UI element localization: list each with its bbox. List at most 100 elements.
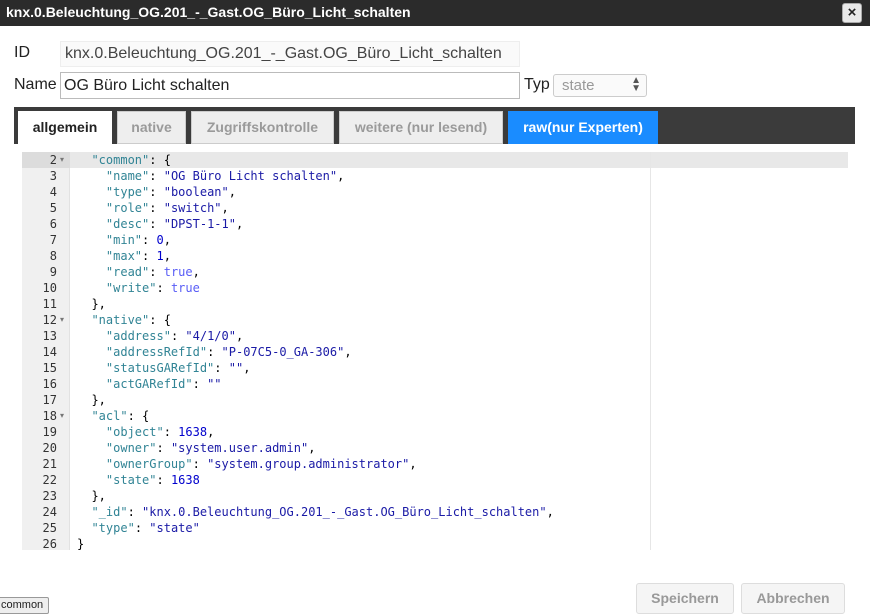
code-token: "ownerGroup" — [105, 457, 193, 471]
code-token: , — [221, 201, 229, 215]
code-token: , — [163, 233, 171, 247]
active-line-highlight — [70, 152, 848, 168]
fold-arrow-icon[interactable]: ▾ — [60, 152, 68, 168]
code-line: "desc": "DPST-1-1", — [77, 216, 243, 232]
typ-select-value: state — [562, 77, 595, 94]
code-token: "name" — [105, 169, 150, 183]
code-token: "" — [228, 361, 244, 375]
line-number: 12 — [42, 313, 57, 327]
code-token: , — [344, 345, 352, 359]
code-token: : { — [127, 409, 150, 423]
code-token: : { — [149, 153, 171, 167]
code-token: "boolean" — [163, 185, 229, 199]
tab-raw[interactable]: raw(nur Experten) — [508, 111, 658, 144]
code-token: , — [546, 505, 554, 519]
line-number: 15 — [42, 361, 57, 375]
code-token: "state" — [105, 473, 157, 487]
line-number: 18 — [42, 409, 57, 423]
code-token: true — [163, 265, 193, 279]
tab-native[interactable]: native — [117, 111, 186, 144]
code-token: , — [163, 249, 171, 263]
code-token: }, — [77, 393, 106, 407]
code-token: : — [192, 377, 208, 391]
code-token: : — [142, 249, 157, 263]
code-line: "statusGARefId": "", — [77, 360, 251, 376]
code-line: "type": "boolean", — [77, 184, 236, 200]
name-input[interactable] — [60, 72, 520, 99]
code-token: : — [149, 185, 164, 199]
code-token: "P-07C5-0_GA-306" — [221, 345, 345, 359]
name-label: Name — [14, 76, 57, 93]
code-token: "owner" — [105, 441, 157, 455]
code-token: "system.group.administrator" — [207, 457, 410, 471]
code-line: "native": { — [77, 312, 170, 328]
code-line: "type": "state" — [77, 520, 199, 536]
code-token: 1638 — [178, 425, 208, 439]
code-token: "desc" — [105, 217, 150, 231]
code-token: , — [235, 217, 244, 231]
tab-allgemein[interactable]: allgemein — [18, 111, 112, 144]
close-button[interactable]: × — [842, 3, 862, 23]
code-line: "read": true, — [77, 264, 200, 280]
code-token: }, — [77, 489, 106, 503]
code-token: : — [192, 457, 208, 471]
code-token: "statusGARefId" — [105, 361, 215, 375]
code-token: "switch" — [163, 201, 222, 215]
line-number: 13 — [42, 329, 57, 343]
fold-arrow-icon[interactable]: ▾ — [60, 312, 68, 328]
close-icon: × — [847, 4, 857, 21]
updown-icon: ▲ ▼ — [631, 75, 641, 94]
fold-arrow-icon[interactable]: ▾ — [60, 408, 68, 424]
code-token: "system.user.admin" — [170, 441, 309, 455]
line-number: 6 — [49, 217, 57, 231]
code-token: , — [235, 329, 244, 343]
code-token: : — [149, 265, 164, 279]
line-number: 22 — [42, 473, 57, 487]
code-token: "max" — [105, 249, 143, 263]
line-number: 3 — [49, 169, 57, 183]
code-token: : — [156, 281, 171, 295]
code-token: : — [214, 361, 229, 375]
line-number: 23 — [42, 489, 57, 503]
line-number: 9 — [49, 265, 57, 279]
print-margin — [650, 152, 651, 550]
typ-select[interactable]: state ▲ ▼ — [553, 74, 647, 97]
code-token: "DPST-1-1" — [163, 217, 236, 231]
code-token: true — [170, 281, 200, 295]
tab-zugriffskontrolle[interactable]: Zugriffskontrolle — [191, 111, 334, 144]
tab-weitere[interactable]: weitere (nur lesend) — [339, 111, 503, 144]
code-line: "actGARefId": "" — [77, 376, 222, 392]
line-number: 25 — [42, 521, 57, 535]
line-number: 24 — [42, 505, 57, 519]
code-line: }, — [77, 488, 106, 504]
code-token: "role" — [105, 201, 150, 215]
code-token: : — [163, 425, 179, 439]
code-token: : — [156, 441, 171, 455]
code-token: , — [207, 425, 215, 439]
line-number: 20 — [42, 441, 57, 455]
line-number: 7 — [49, 233, 57, 247]
line-number: 16 — [42, 377, 57, 391]
code-token: "addressRefId" — [105, 345, 208, 359]
code-token: , — [192, 265, 200, 279]
code-token: "type" — [105, 185, 150, 199]
json-editor[interactable]: 2 ▾ "common": {3 "name": "OG Büro Licht s… — [22, 152, 848, 551]
line-number: 8 — [49, 249, 57, 263]
code-line: "state": 1638 — [77, 472, 200, 488]
code-token: "4/1/0" — [185, 329, 236, 343]
line-number: 5 — [49, 201, 57, 215]
cancel-button[interactable]: Abbrechen — [741, 583, 845, 614]
code-token: 1 — [156, 249, 164, 263]
code-token: "address" — [105, 329, 171, 343]
save-button[interactable]: Speichern — [636, 583, 734, 614]
code-line: "common": { — [77, 152, 171, 168]
code-token: , — [243, 361, 251, 375]
